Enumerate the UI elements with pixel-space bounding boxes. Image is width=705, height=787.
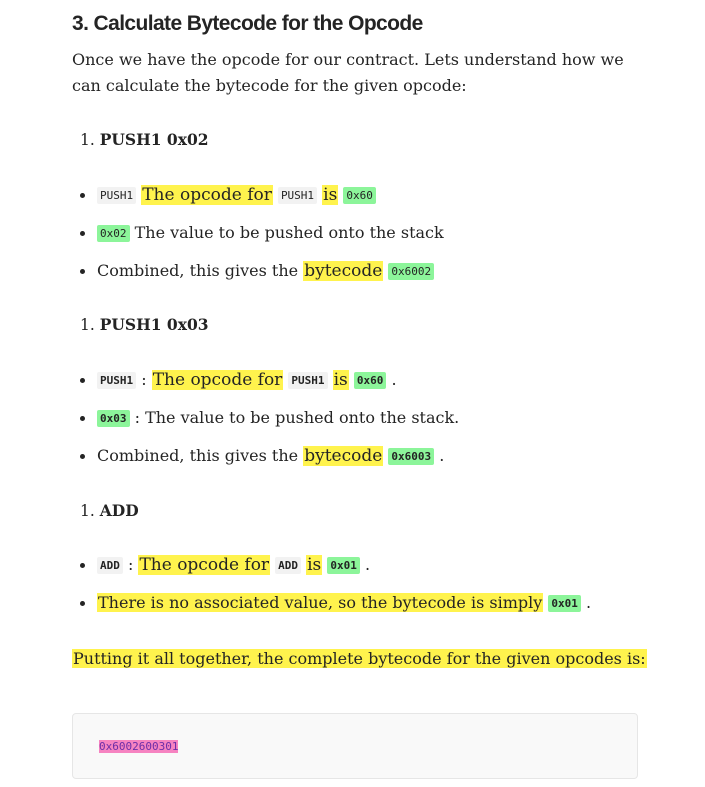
bullet-icon (80, 269, 85, 274)
list-text: . (434, 446, 445, 465)
highlighted-text: The opcode for (141, 185, 273, 205)
inline-code: ADD (275, 557, 302, 574)
bullet-icon (80, 563, 85, 568)
list-text: : (136, 370, 152, 389)
list-text: . (359, 555, 371, 574)
summary-paragraph: Putting it all together, the complete by… (72, 647, 647, 671)
step-1-heading: 1. PUSH1 0x02 (80, 130, 209, 149)
inline-code-highlighted: 0x6003 (388, 448, 435, 465)
inline-code: PUSH1 (288, 372, 328, 389)
highlighted-text: is (322, 185, 339, 205)
inline-code: PUSH1 (97, 372, 137, 389)
highlighted-text: bytecode (303, 261, 384, 281)
bullet-icon (80, 193, 85, 198)
inline-code-highlighted: 0x01 (327, 557, 360, 574)
step-number: 1. (80, 316, 95, 334)
inline-code-highlighted: 0x02 (97, 225, 130, 242)
bullet-icon (80, 378, 85, 383)
inline-code-highlighted: 0x60 (353, 372, 387, 389)
code-block: 0x6002600301 (72, 713, 638, 779)
list-text: : (122, 555, 139, 574)
code-block-content: 0x6002600301 (99, 740, 179, 753)
highlighted-text: There is no associated value, so the byt… (97, 593, 544, 612)
list-text: Combined, this gives the (97, 261, 304, 280)
list-text: . (386, 370, 397, 389)
list-text: . (580, 593, 592, 612)
step-2-heading: 1. PUSH1 0x03 (80, 315, 209, 334)
inline-code-highlighted: 0x6002 (388, 263, 435, 280)
highlighted-text: The opcode for (151, 370, 284, 390)
section-heading: 3. Calculate Bytecode for the Opcode (72, 12, 423, 35)
inline-code: ADD (97, 557, 123, 574)
inline-code: PUSH1 (97, 187, 137, 204)
bullet-icon (80, 231, 85, 236)
list-text: : The value to be pushed onto the stack. (129, 408, 460, 427)
step-title: PUSH1 0x02 (99, 130, 209, 149)
inline-code-highlighted: 0x03 (97, 410, 130, 427)
list-text: The value to be pushed onto the stack (129, 223, 444, 242)
highlighted-text: Putting it all together, the complete by… (72, 649, 647, 668)
intro-paragraph: Once we have the opcode for our contract… (72, 50, 624, 95)
bullet-icon (80, 416, 85, 421)
inline-code-highlighted: 0x60 (343, 187, 376, 204)
inline-code: PUSH1 (277, 187, 318, 204)
bullet-icon (80, 601, 85, 606)
step-number: 1. (80, 131, 95, 149)
highlighted-text: bytecode (303, 446, 384, 466)
list-text: Combined, this gives the (97, 446, 304, 465)
step-title: PUSH1 0x03 (99, 315, 209, 334)
step-number: 1. (80, 502, 95, 520)
inline-code-highlighted: 0x01 (548, 595, 581, 612)
highlighted-text: is (332, 370, 349, 390)
highlighted-text: The opcode for (138, 555, 271, 575)
bullet-icon (80, 454, 85, 459)
highlighted-text: is (306, 555, 323, 575)
step-title: ADD (99, 501, 139, 520)
step-3-heading: 1. ADD (80, 501, 139, 520)
